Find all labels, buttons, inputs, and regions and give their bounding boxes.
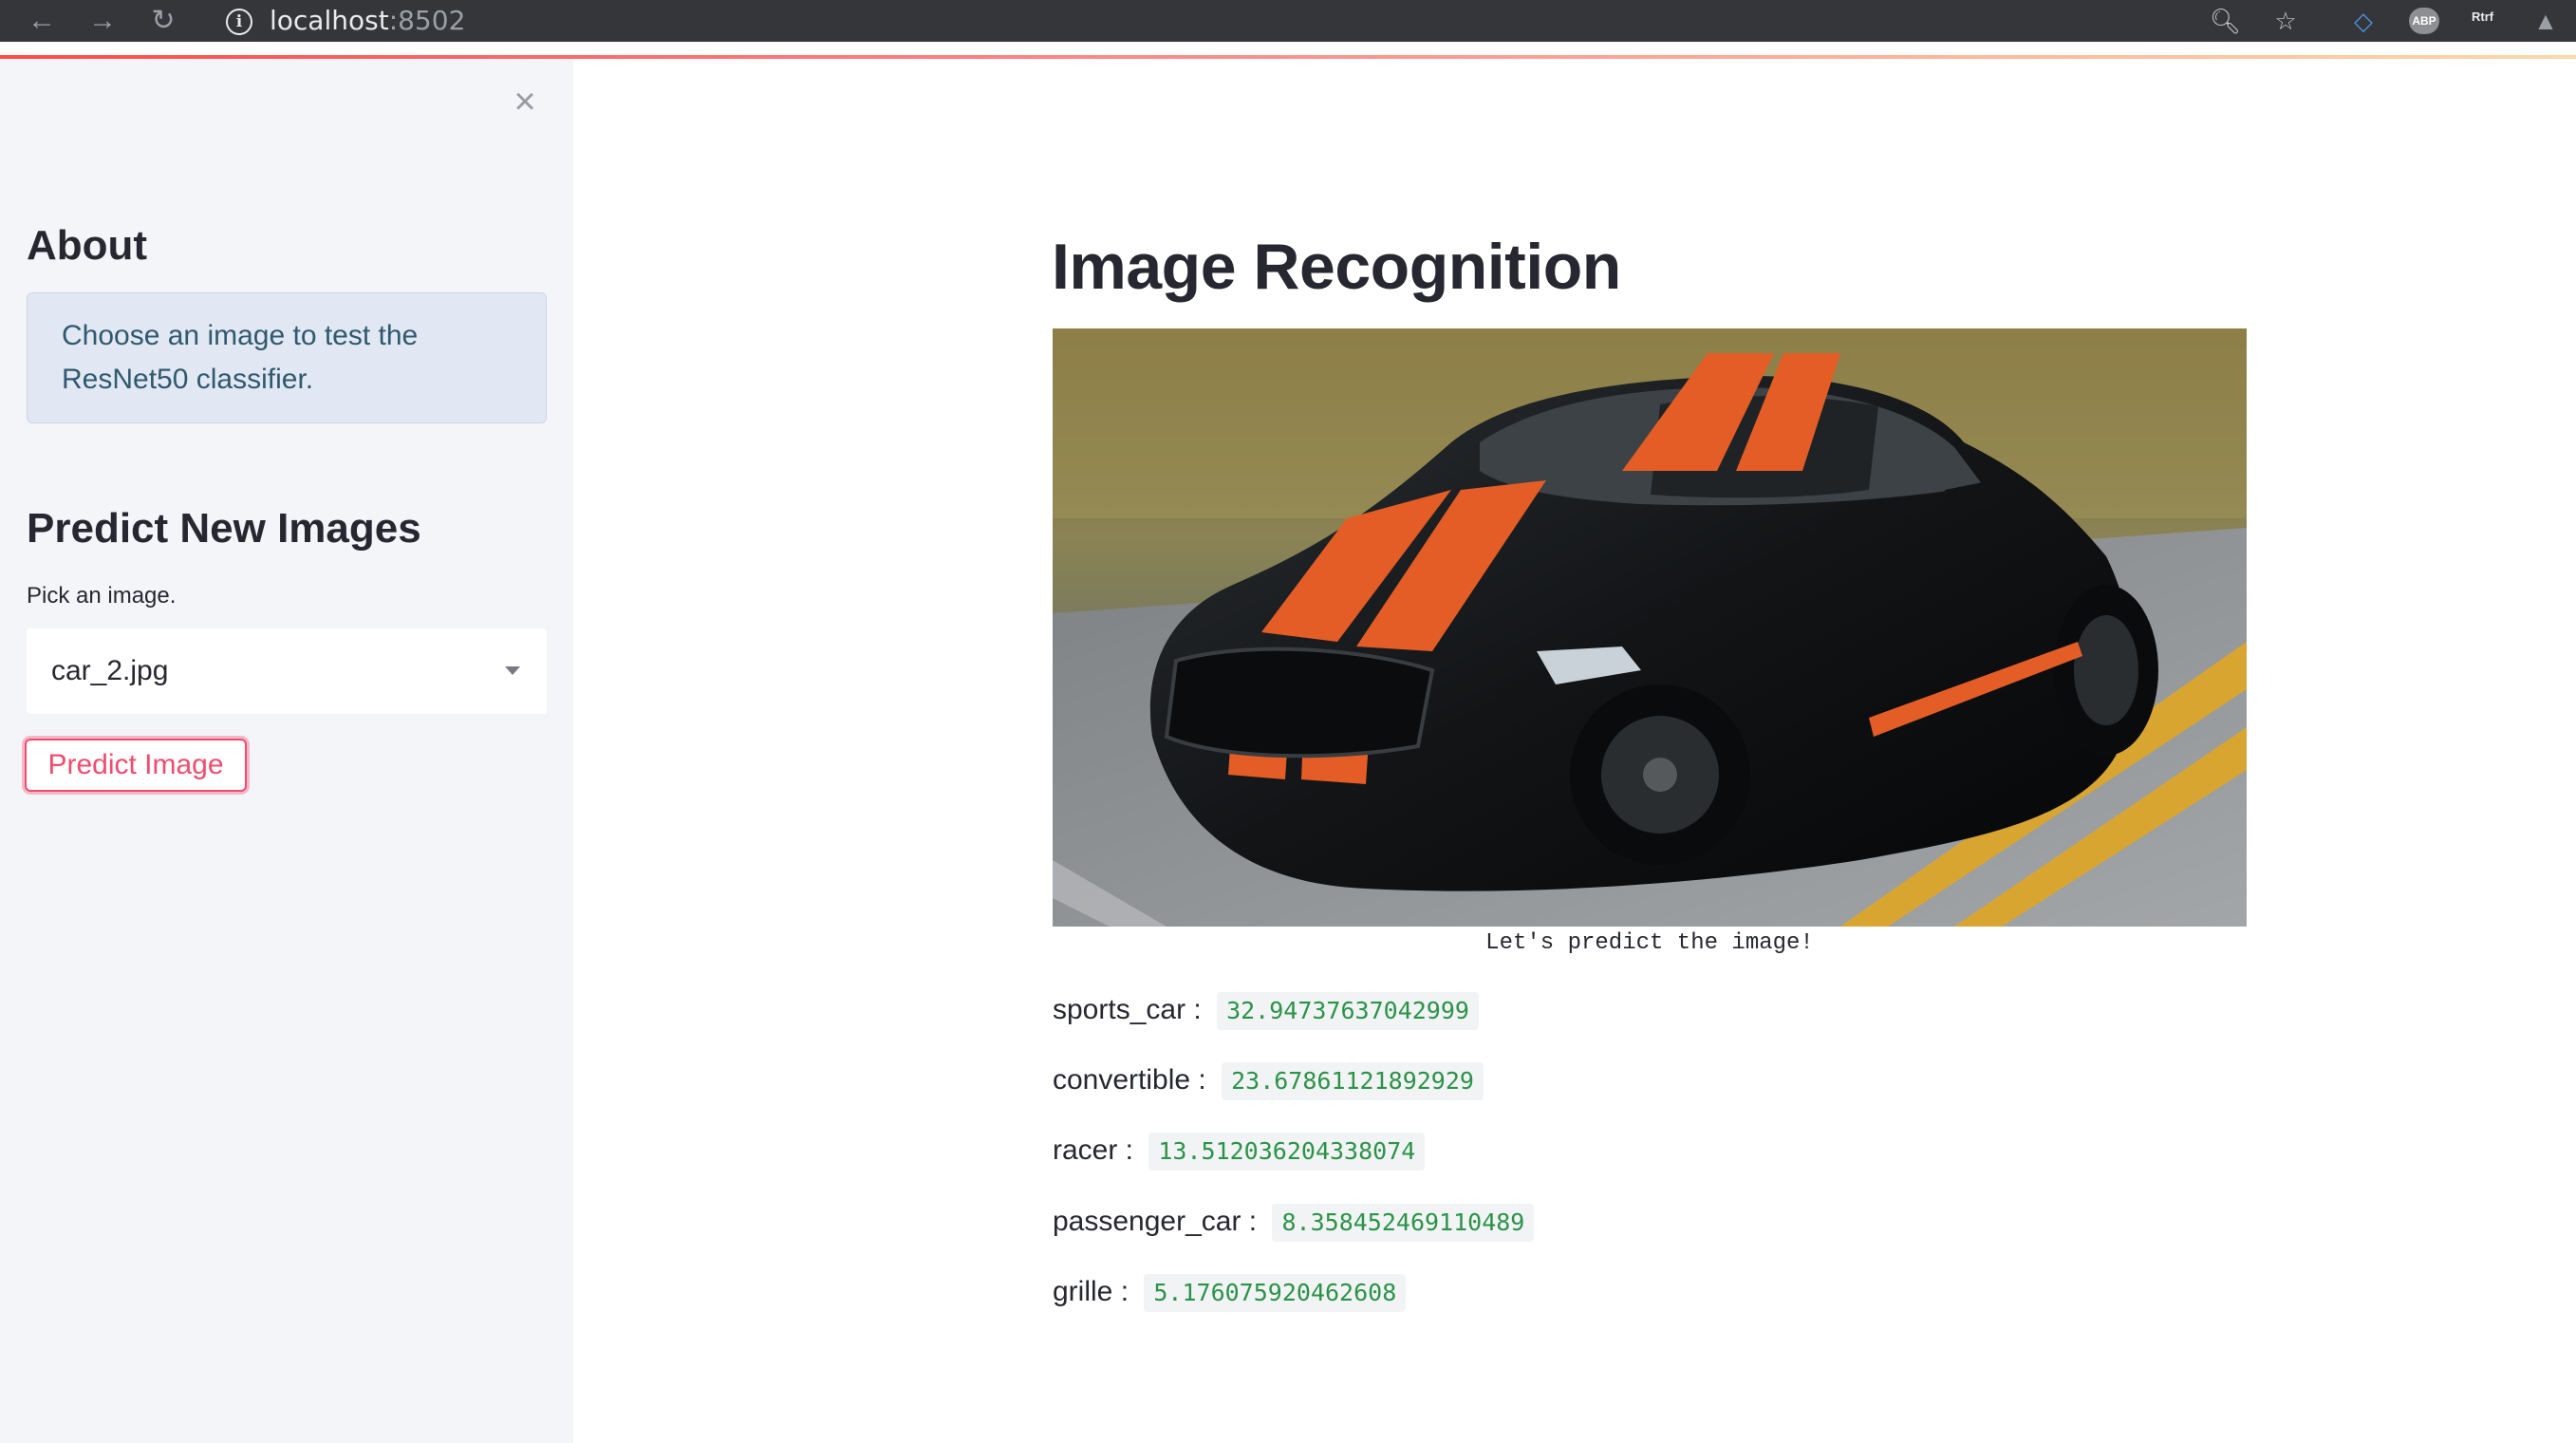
car-image <box>1053 328 2247 927</box>
prediction-score: 13.512036204338074 <box>1148 1133 1426 1171</box>
prediction-row: grille : 5.176075920462608 <box>1053 1273 1407 1312</box>
close-sidebar-icon[interactable]: × <box>509 83 541 121</box>
url-port: :8502 <box>388 5 466 36</box>
zoom-icon[interactable]: 🔍︎ <box>2210 6 2241 36</box>
page-title: Image Recognition <box>1052 231 1621 303</box>
forward-arrow-icon[interactable]: → <box>85 4 120 38</box>
about-heading: About <box>27 222 148 269</box>
adblock-extension-icon[interactable]: ABP <box>2409 8 2439 34</box>
browser-toolbar: ← → ↻ i localhost:8502 🔍︎ ☆ ◇ ABP Rtrf ▲ <box>0 0 2576 42</box>
prediction-score: 23.67861121892929 <box>1222 1062 1484 1100</box>
chevron-down-icon <box>505 666 520 675</box>
url-host: localhost <box>270 5 389 36</box>
address-bar[interactable]: localhost:8502 <box>270 0 465 42</box>
prediction-row: racer : 13.512036204338074 <box>1053 1132 1426 1171</box>
predict-image-button[interactable]: Predict Image <box>25 739 247 792</box>
prediction-label: convertible : <box>1053 1064 1206 1096</box>
site-info-icon[interactable]: i <box>226 9 252 35</box>
header-spacer <box>0 42 2576 55</box>
prediction-row: sports_car : 32.94737637042999 <box>1053 991 1479 1030</box>
sidebar: × About Choose an image to test the ResN… <box>0 59 573 1443</box>
prediction-row: passenger_car : 8.358452469110489 <box>1053 1203 1535 1242</box>
prediction-row: convertible : 23.67861121892929 <box>1053 1061 1484 1100</box>
back-arrow-icon[interactable]: ← <box>25 4 59 38</box>
about-info-box: Choose an image to test the ResNet50 cla… <box>27 292 547 423</box>
prediction-label: grille : <box>1053 1276 1129 1307</box>
predict-heading: Predict New Images <box>27 505 421 552</box>
image-select[interactable]: car_2.jpg <box>27 628 547 714</box>
image-select-label: Pick an image. <box>27 583 177 609</box>
text-extension-icon[interactable]: Rtrf <box>2472 9 2493 24</box>
prediction-label: racer : <box>1053 1134 1134 1166</box>
prediction-score: 8.358452469110489 <box>1272 1204 1535 1242</box>
prediction-score: 5.176075920462608 <box>1144 1274 1407 1312</box>
image-select-value: car_2.jpg <box>51 655 169 686</box>
image-caption: Let's predict the image! <box>1485 930 1814 956</box>
bookmark-star-icon[interactable]: ☆ <box>2270 6 2301 36</box>
drive-extension-icon[interactable]: ▲ <box>2530 6 2561 36</box>
prediction-label: passenger_car : <box>1053 1206 1258 1237</box>
prediction-label: sports_car : <box>1053 994 1202 1025</box>
layers-extension-icon[interactable]: ◇ <box>2348 6 2379 36</box>
reload-icon[interactable]: ↻ <box>146 4 180 38</box>
prediction-score: 32.94737637042999 <box>1217 992 1479 1030</box>
